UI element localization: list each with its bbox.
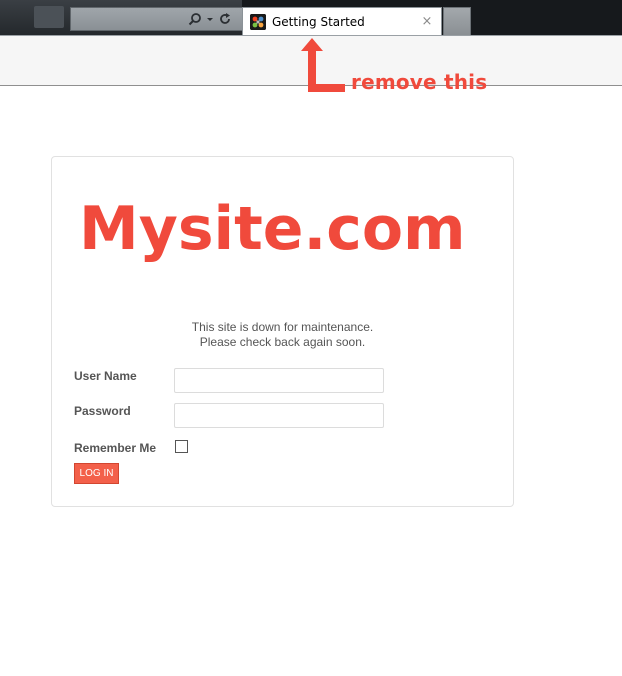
search-icon[interactable] [188,12,202,26]
login-button[interactable]: LOG IN [74,463,119,484]
site-logo: Mysite.com [79,194,466,264]
tab-getting-started[interactable]: Getting Started × [242,7,442,35]
username-input[interactable] [174,368,384,393]
maintenance-message: This site is down for maintenance. Pleas… [52,320,513,350]
password-label: Password [74,404,131,418]
annotation-text: remove this [351,70,488,94]
offline-login-card: Mysite.com This site is down for mainten… [51,156,514,507]
tab-title: Getting Started [272,14,365,29]
reload-icon[interactable] [218,12,232,26]
dropdown-arrow-icon[interactable] [206,12,214,26]
address-bar-icons [188,9,232,29]
password-input[interactable] [174,403,384,428]
tab-close-icon[interactable]: × [419,14,435,29]
maintenance-message-line1: This site is down for maintenance. [191,320,374,334]
maintenance-message-line2: Please check back again soon. [199,335,366,349]
remember-me-checkbox[interactable] [175,440,188,453]
browser-titlebar: Getting Started × [0,0,622,35]
annotation-arrow-icon [301,38,345,92]
remember-me-label: Remember Me [74,441,157,455]
joomla-favicon-icon [250,13,266,30]
new-tab-button[interactable] [443,7,471,35]
username-label: User Name [74,369,137,383]
blurred-chrome-button [34,6,64,28]
